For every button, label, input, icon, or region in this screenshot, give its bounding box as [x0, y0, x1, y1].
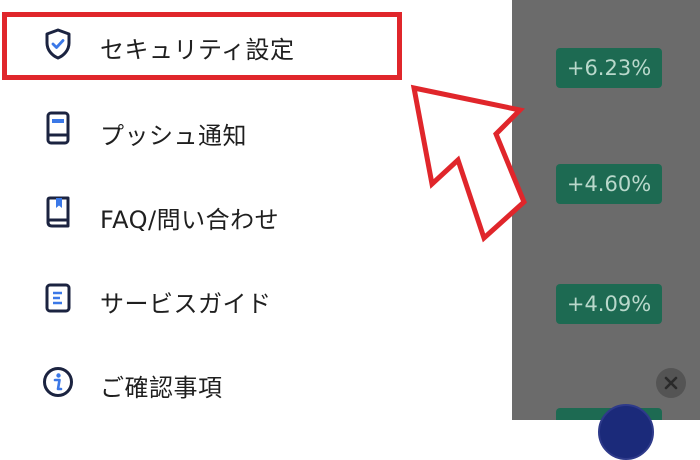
menu-item-push-notification[interactable]: プッシュ通知: [0, 86, 512, 170]
menu-item-confirmation[interactable]: ご確認事項: [0, 338, 512, 422]
guide-document-icon: [40, 280, 76, 316]
menu-item-service-guide[interactable]: サービスガイド: [0, 254, 512, 338]
highlight-box: [2, 12, 402, 80]
rate-badge: +6.23%: [556, 48, 662, 88]
menu-item-label: プッシュ通知: [100, 122, 247, 150]
menu-item-faq-contact[interactable]: FAQ/問い合わせ: [0, 170, 512, 254]
info-icon: [40, 364, 76, 400]
rate-badge: +4.60%: [556, 164, 662, 204]
menu-item-label: サービスガイド: [100, 290, 272, 318]
close-icon[interactable]: [656, 368, 686, 398]
menu-item-label: FAQ/問い合わせ: [100, 206, 280, 234]
book-icon: [40, 194, 76, 230]
smartphone-icon: [40, 110, 76, 146]
floating-action-button[interactable]: [598, 404, 654, 460]
menu-item-label: ご確認事項: [100, 374, 223, 402]
rate-badge: +4.09%: [556, 284, 662, 324]
